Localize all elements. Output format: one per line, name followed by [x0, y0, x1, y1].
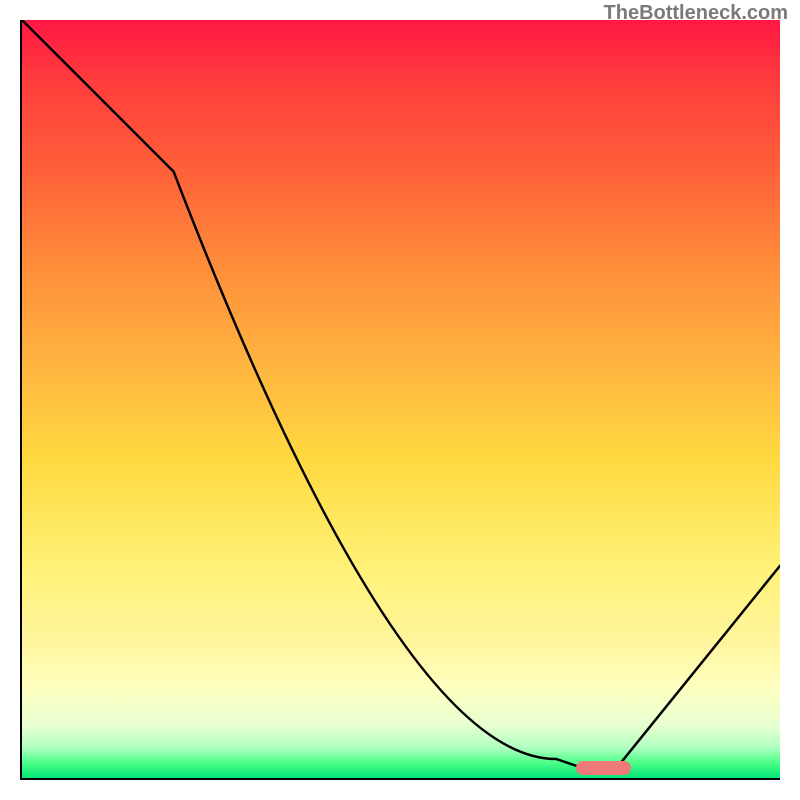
curve-line — [22, 20, 780, 778]
watermark-text: TheBottleneck.com — [604, 2, 788, 25]
chart-plot-area — [20, 20, 780, 780]
optimal-range-marker — [576, 761, 631, 775]
